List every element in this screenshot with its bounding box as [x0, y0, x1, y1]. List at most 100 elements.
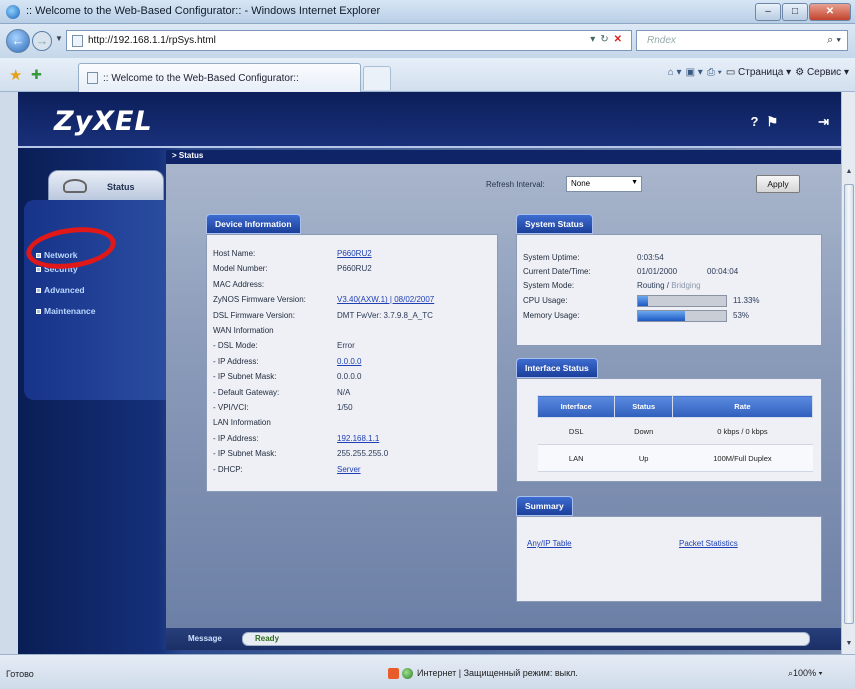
forward-button[interactable]: →	[32, 31, 52, 51]
bullet-icon	[36, 309, 41, 315]
memory-usage-bar	[637, 310, 727, 322]
status-col-header: Status	[614, 395, 673, 418]
page-menu[interactable]: ▭ Страница ▾	[726, 67, 791, 78]
device-info-key: - IP Address:	[213, 356, 259, 366]
memory-usage-fill	[638, 311, 685, 321]
tab-label: :: Welcome to the Web-Based Configurator…	[103, 73, 299, 84]
menu-tab-status[interactable]: Status	[48, 170, 164, 202]
refresh-icon[interactable]: ↻	[600, 34, 613, 45]
search-placeholder: Rndex	[647, 35, 676, 46]
page-menu-icon: ▭	[725, 67, 736, 78]
window-titlebar: :: Welcome to the Web-Based Configurator…	[0, 0, 855, 24]
status-text: Готово	[6, 669, 34, 679]
cpu-usage-fill	[638, 296, 648, 306]
system-status-panel: System Uptime: 0:03:54 Current Date/Time…	[516, 234, 822, 346]
system-status-heading: System Status	[516, 214, 593, 234]
device-info-link[interactable]: P660RU2	[337, 249, 372, 258]
device-info-value: 1/50	[337, 403, 353, 412]
logout-icon[interactable]: ⇥	[818, 114, 829, 130]
add-favorite-icon[interactable]: ✚	[31, 67, 42, 83]
device-info-key: DSL Firmware Version:	[213, 310, 295, 320]
router-icon	[63, 179, 87, 193]
window-title: :: Welcome to the Web-Based Configurator…	[26, 5, 381, 17]
scroll-down-icon[interactable]: ▼	[844, 640, 854, 650]
device-info-value: Error	[337, 341, 355, 351]
home-icon[interactable]: ⌂ ▾	[668, 67, 682, 78]
cpu-usage-bar	[637, 295, 727, 307]
print-icon[interactable]: ⎙ ▾	[707, 67, 722, 78]
history-dropdown-icon[interactable]: ▼	[55, 34, 63, 43]
table-row: LAN Up 100M/Full Duplex	[537, 444, 813, 472]
security-zone[interactable]: Интернет | Защищенный режим: выкл.	[388, 668, 578, 680]
back-button[interactable]: ←	[6, 29, 30, 53]
summary-heading: Summary	[516, 496, 573, 516]
device-info-value: 0.0.0.0	[337, 372, 362, 382]
refresh-interval-select[interactable]: None ▼	[566, 176, 642, 192]
apply-button[interactable]: Apply	[756, 175, 800, 193]
tools-menu[interactable]: ⚙ Сервис ▾	[795, 67, 849, 78]
router-header: ZyXEL ? ⚑ ⇥	[18, 92, 841, 148]
zoom-level[interactable]: ⌕100% ▾	[788, 668, 822, 679]
tab-active[interactable]: :: Welcome to the Web-Based Configurator…	[78, 63, 361, 92]
close-button[interactable]: ✕	[809, 3, 851, 21]
status-cell: Up	[614, 444, 673, 472]
device-info-key: - IP Subnet Mask:	[213, 372, 277, 382]
message-text: Ready	[255, 634, 280, 643]
menu-item-maintenance[interactable]: Maintenance	[36, 306, 96, 316]
search-input[interactable]: Rndex ⌕ ▾	[636, 30, 848, 51]
cpu-usage-label: CPU Usage:	[523, 296, 568, 305]
device-info-key: - DSL Mode:	[213, 341, 258, 351]
interface-cell: LAN	[537, 444, 615, 472]
device-info-heading: Device Information	[206, 214, 301, 234]
packet-statistics-link[interactable]: Packet Statistics	[679, 539, 738, 548]
device-info-value: DMT FwVer: 3.7.9.8_A_TC	[337, 310, 433, 320]
device-info-value: 255.255.255.0	[337, 449, 389, 459]
device-info-key: LAN Information	[213, 418, 271, 428]
uptime-value: 0:03:54	[637, 253, 664, 262]
page-viewport: ZyXEL ? ⚑ ⇥ > Status Status Network Secu…	[18, 92, 841, 654]
device-info-value: N/A	[337, 387, 351, 397]
time-value: 00:04:04	[707, 267, 739, 276]
device-info-link[interactable]: 0.0.0.0	[337, 357, 361, 366]
scroll-up-icon[interactable]: ▲	[844, 168, 854, 178]
device-info-link[interactable]: Server	[337, 465, 361, 474]
any-ip-table-link[interactable]: Any/IP Table	[527, 539, 572, 548]
interface-cell: DSL	[537, 417, 615, 445]
new-tab-button[interactable]	[363, 66, 391, 90]
device-info-panel: Host Name: P660RU2 Model Number: P660RU2 MAC…	[206, 234, 498, 492]
help-icon[interactable]: ?	[750, 114, 758, 130]
device-info-key: MAC Address:	[213, 279, 265, 289]
wizard-icon[interactable]: ⚑	[766, 114, 778, 130]
uptime-label: System Uptime:	[523, 253, 580, 262]
memory-usage-label: Memory Usage:	[523, 311, 580, 320]
cpu-usage-value: 11.33%	[733, 296, 760, 305]
device-info-key: Model Number:	[213, 264, 268, 274]
device-info-link[interactable]: V3.40(AXW.1) | 08/02/2007	[337, 295, 434, 304]
minimize-button[interactable]: ‒	[755, 3, 781, 21]
scrollbar-thumb[interactable]	[844, 184, 854, 624]
device-info-key: - IP Subnet Mask:	[213, 449, 277, 459]
address-input[interactable]: http://192.168.1.1/rpSys.html ▾↻✕	[66, 30, 632, 51]
chevron-down-icon: ▼	[631, 179, 638, 186]
maximize-button[interactable]: □	[782, 3, 808, 21]
address-toolbar: ← → ▼ http://192.168.1.1/rpSys.html ▾↻✕ …	[0, 24, 855, 58]
device-info-key: WAN Information	[213, 326, 274, 335]
stop-icon[interactable]: ✕	[614, 34, 627, 45]
address-url: http://192.168.1.1/rpSys.html	[88, 35, 216, 46]
device-info-key: - DHCP:	[213, 464, 243, 474]
globe-icon	[402, 668, 413, 680]
system-mode-value: Routing / Bridging	[637, 281, 701, 290]
page-icon	[72, 35, 83, 47]
interface-col-header: Interface	[536, 395, 616, 418]
device-info-link[interactable]: 192.168.1.1	[337, 434, 379, 443]
menu-item-advanced[interactable]: Advanced	[36, 285, 85, 295]
vertical-scrollbar[interactable]: ▲ ▼	[841, 92, 855, 654]
favorites-star-icon[interactable]: ★	[9, 66, 22, 84]
feeds-icon[interactable]: ▣ ▾	[686, 67, 703, 78]
memory-usage-value: 53%	[733, 311, 750, 320]
rate-cell: 0 kbps / 0 kbps	[672, 417, 813, 445]
search-icon[interactable]: ⌕ ▾	[827, 34, 841, 47]
device-info-key: - IP Address:	[213, 433, 259, 443]
address-dropdown-icon[interactable]: ▾	[590, 34, 600, 45]
message-box: Ready	[242, 632, 810, 646]
